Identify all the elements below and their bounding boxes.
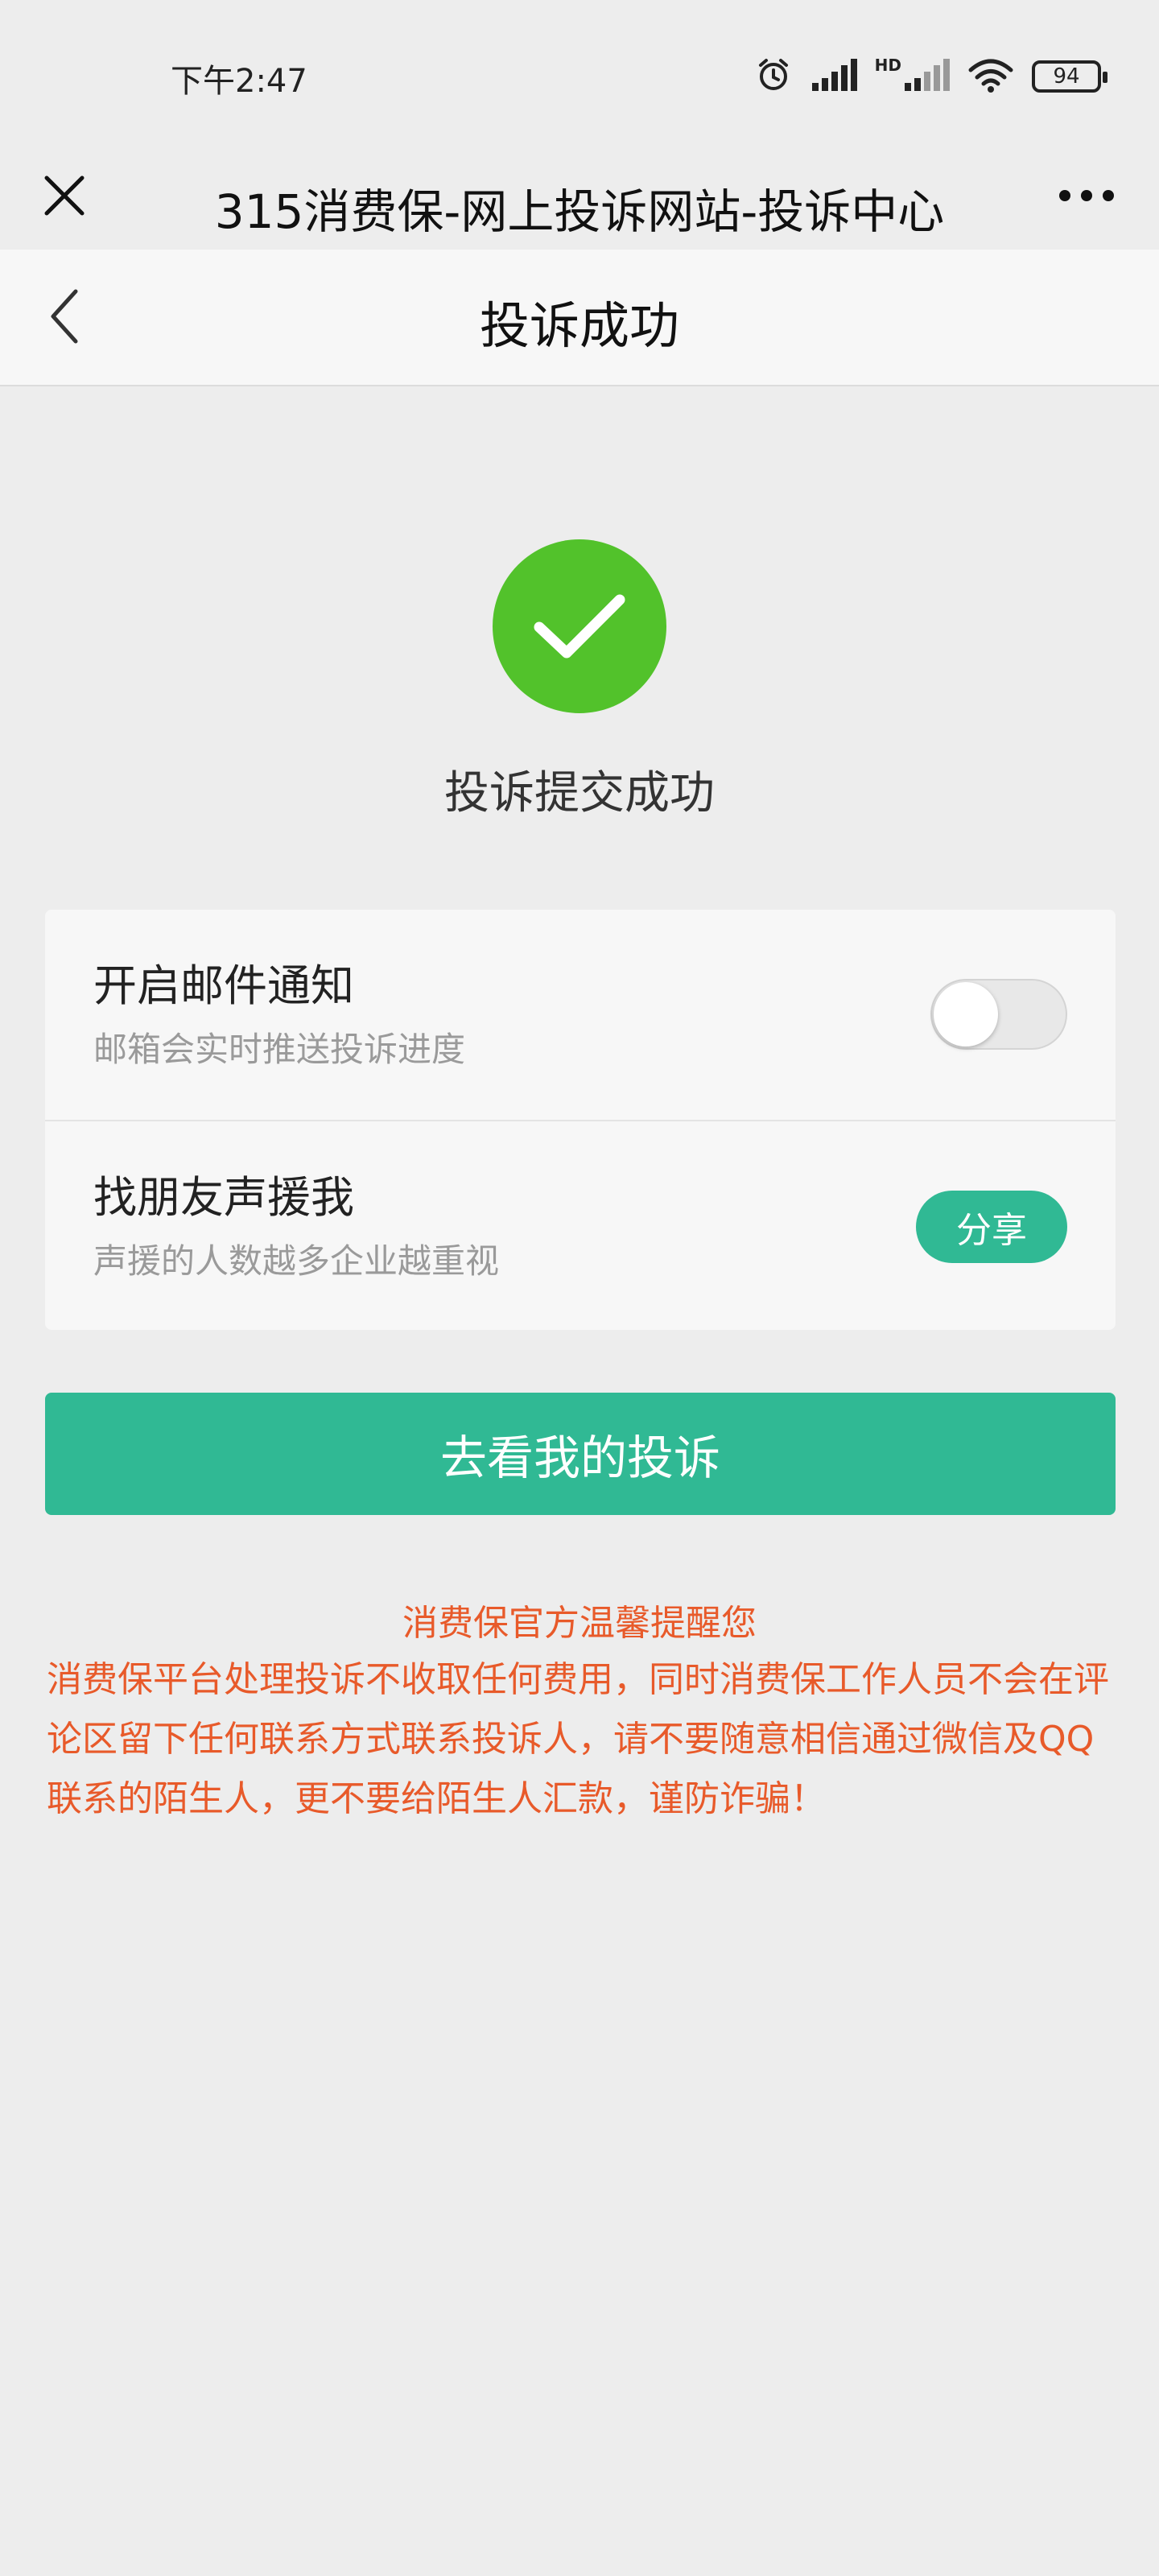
- hd-label: HD: [874, 56, 901, 75]
- email-notify-row: 开启邮件通知 邮箱会实时推送投诉进度: [45, 910, 1116, 1120]
- more-dots-icon: [1058, 189, 1115, 205]
- toggle-knob: [934, 982, 998, 1046]
- options-card: 开启邮件通知 邮箱会实时推送投诉进度 找朋友声援我 声援的人数越多企业越重视 分…: [45, 910, 1116, 1330]
- nav-header: 投诉成功: [0, 250, 1159, 386]
- friends-support-subtitle: 声援的人数越多企业越重视: [93, 1241, 500, 1281]
- friends-support-row: 找朋友声援我 声援的人数越多企业越重视 分享: [45, 1120, 1116, 1330]
- status-bar: 下午2:47 HD 94: [0, 0, 1159, 145]
- email-notify-subtitle: 邮箱会实时推送投诉进度: [93, 1030, 466, 1069]
- reminder-title: 消费保官方温馨提醒您: [402, 1603, 757, 1644]
- signal-icon: [810, 59, 857, 94]
- status-icons: HD 94: [754, 56, 1107, 97]
- friends-support-title: 找朋友声援我: [93, 1172, 354, 1223]
- email-notify-title: 开启邮件通知: [93, 960, 354, 1011]
- battery-indicator: 94: [1032, 60, 1107, 93]
- view-my-complaint-button[interactable]: 去看我的投诉: [45, 1393, 1116, 1515]
- wifi-icon: [967, 57, 1014, 96]
- close-icon: [42, 173, 87, 221]
- close-button[interactable]: [32, 165, 97, 229]
- status-time: 下午2:47: [171, 63, 307, 100]
- web-page-title: 315消费保-网上投诉网站-投诉中心: [214, 184, 945, 239]
- more-options-button[interactable]: [1046, 165, 1127, 229]
- title-bar: 315消费保-网上投诉网站-投诉中心: [0, 145, 1159, 250]
- reminder-body: 消费保平台处理投诉不收取任何费用，同时消费保工作人员不会在评论区留下任何联系方式…: [47, 1659, 1109, 1819]
- success-message: 投诉提交成功: [444, 767, 715, 819]
- email-notify-toggle[interactable]: [930, 979, 1067, 1050]
- share-button[interactable]: 分享: [916, 1191, 1067, 1263]
- page-title: 投诉成功: [479, 296, 679, 355]
- success-check-icon: [493, 539, 666, 713]
- alarm-icon: [754, 56, 793, 97]
- signal-2-icon: [903, 59, 950, 94]
